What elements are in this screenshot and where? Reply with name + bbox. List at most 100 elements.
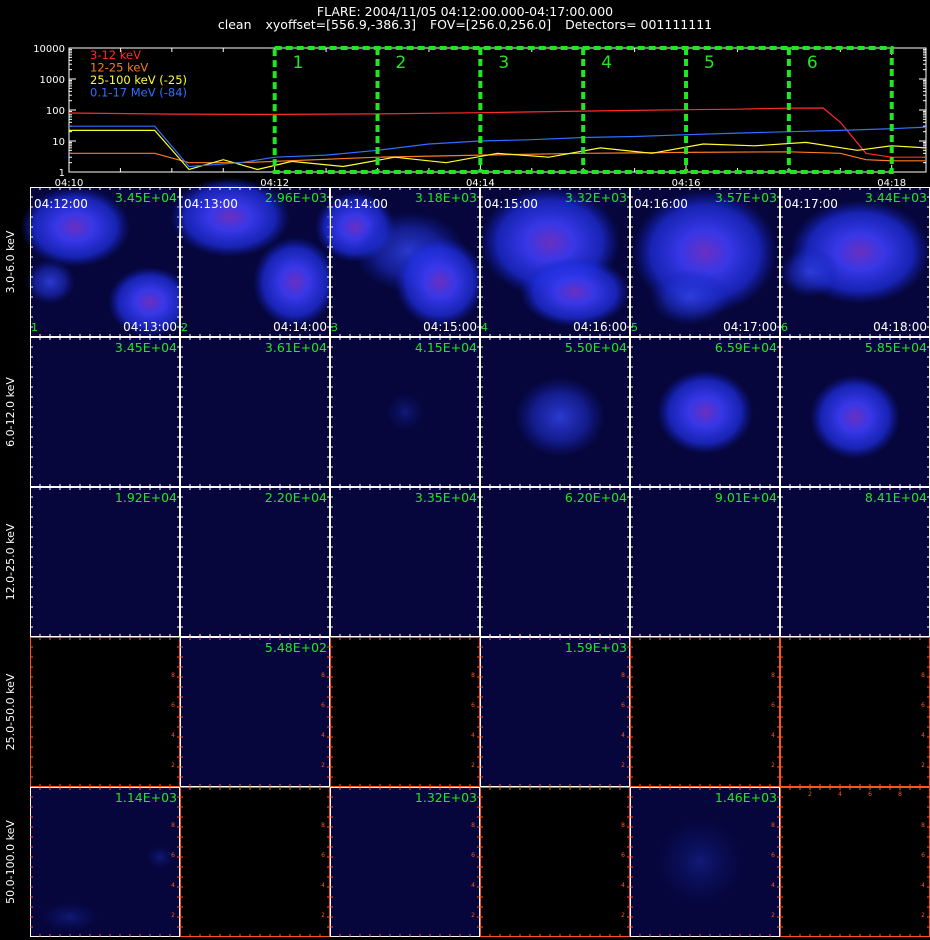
image-panel: 6.59E+04 xyxy=(630,337,780,487)
axis-tick-label: 6 xyxy=(471,702,475,709)
axis-tick-label: 2 xyxy=(771,912,775,919)
axis-tick-label: 8 xyxy=(921,822,925,829)
interval-start-time: 04:14:00 xyxy=(334,197,388,211)
peak-label: 6.59E+04 xyxy=(715,340,777,355)
interval-index: 5 xyxy=(631,321,638,334)
band-label: 6.0-12.0 keV xyxy=(4,377,17,447)
axis-tick-label: 2 xyxy=(771,762,775,769)
axis-tick-label: 6 xyxy=(171,852,175,859)
peak-label: 5.85E+04 xyxy=(865,340,927,355)
panel-background xyxy=(630,487,780,637)
peak-label: 3.57E+03 xyxy=(715,190,777,205)
peak-label: 4.15E+04 xyxy=(415,340,477,355)
peak-label: 1.32E+03 xyxy=(415,790,477,805)
image-panel: 2 4 6 8 1.59E+03 xyxy=(480,637,630,787)
axis-tick-label: 2 xyxy=(171,912,175,919)
axis-tick-label: 2 xyxy=(471,762,475,769)
emission-blob xyxy=(810,375,900,459)
axis-tick-label: 8 xyxy=(771,822,775,829)
interval-end-time: 04:14:00 xyxy=(273,320,327,334)
image-panel: 3.45E+04 xyxy=(30,337,180,487)
panel-background xyxy=(780,487,930,637)
axis-tick-label: 8 xyxy=(621,822,625,829)
emission-blob xyxy=(657,370,753,454)
image-panel: 5.50E+04 xyxy=(480,337,630,487)
axis-tick-label: 8 xyxy=(471,672,475,679)
peak-label: 5.48E+02 xyxy=(265,640,327,655)
image-panel: 3.35E+04 xyxy=(330,487,480,637)
panel-background xyxy=(30,637,180,787)
axis-tick-label: 4 xyxy=(471,882,475,889)
image-panel: 2 4 6 8 2 4 6 8 xyxy=(780,787,930,937)
image-panel: 3.18E+03 04:14:00 04:15:00 3 xyxy=(315,187,485,337)
image-panel: 2.96E+03 04:13:00 04:14:00 2 xyxy=(170,177,337,337)
band-label: 50.0-100.0 keV xyxy=(4,820,17,904)
emission-blob xyxy=(146,845,174,869)
interval-index: 2 xyxy=(181,321,188,334)
axis-tick-label: 2 xyxy=(321,762,325,769)
image-panel: 2 4 6 8 xyxy=(180,787,330,937)
interval-end-time: 04:17:00 xyxy=(723,320,777,334)
panel-background xyxy=(630,637,780,787)
interval-index: 6 xyxy=(781,321,788,334)
axis-tick-label: 2 xyxy=(321,912,325,919)
peak-label: 3.18E+03 xyxy=(415,190,477,205)
image-panel: 2 4 6 8 xyxy=(330,637,480,787)
peak-label: 1.14E+03 xyxy=(115,790,177,805)
axis-tick-label: 2 xyxy=(621,912,625,919)
panel-background xyxy=(780,787,930,937)
image-panel: 3.45E+04 04:12:00 04:13:00 1 xyxy=(20,187,192,337)
image-panel: 2.20E+04 xyxy=(180,487,330,637)
emission-blob xyxy=(395,237,485,327)
emission-blob xyxy=(253,237,337,327)
axis-tick-label: 8 xyxy=(171,822,175,829)
image-panel: 2 4 6 8 xyxy=(630,637,780,787)
axis-tick-label: 8 xyxy=(771,672,775,679)
image-panel: 1.92E+04 xyxy=(30,487,180,637)
panel-background xyxy=(480,787,630,937)
peak-label: 5.50E+04 xyxy=(565,340,627,355)
axis-tick-label: 8 xyxy=(621,672,625,679)
panel-background xyxy=(180,787,330,937)
axis-tick-label: 8 xyxy=(471,822,475,829)
interval-index: 3 xyxy=(331,321,338,334)
panel-background xyxy=(330,637,480,787)
emission-blob xyxy=(385,392,425,432)
interval-start-time: 04:17:00 xyxy=(784,197,838,211)
image-panel: 2 4 6 8 1.32E+03 xyxy=(330,787,480,937)
axis-tick-label: 4 xyxy=(771,882,775,889)
image-panel: 3.57E+03 04:16:00 04:17:00 5 xyxy=(630,187,780,337)
axis-tick-label: 6 xyxy=(171,702,175,709)
axis-tick-label: 4 xyxy=(921,732,925,739)
interval-start-time: 04:15:00 xyxy=(484,197,538,211)
axis-tick-label: 6 xyxy=(921,852,925,859)
peak-label: 3.45E+04 xyxy=(115,190,177,205)
image-panel: 2 4 6 8 1.46E+03 xyxy=(630,787,780,937)
axis-tick-label: 8 xyxy=(321,672,325,679)
axis-tick-label: 6 xyxy=(471,852,475,859)
image-panel: 8.41E+04 xyxy=(780,487,930,637)
axis-tick-label: 6 xyxy=(868,791,872,798)
axis-tick-label: 8 xyxy=(921,672,925,679)
peak-label: 6.20E+04 xyxy=(565,490,627,505)
axis-tick-label: 4 xyxy=(771,732,775,739)
emission-blob xyxy=(780,247,840,297)
peak-label: 2.20E+04 xyxy=(265,490,327,505)
emission-blob xyxy=(40,902,100,932)
peak-label: 2.96E+03 xyxy=(265,190,327,205)
emission-blob xyxy=(515,377,605,457)
interval-end-time: 04:16:00 xyxy=(573,320,627,334)
axis-tick-label: 4 xyxy=(621,882,625,889)
peak-label: 3.32E+03 xyxy=(565,190,627,205)
interval-end-time: 04:18:00 xyxy=(873,320,927,334)
interval-index: 1 xyxy=(31,321,38,334)
axis-tick-label: 4 xyxy=(838,791,842,798)
axis-tick-label: 2 xyxy=(808,791,812,798)
panel-background xyxy=(330,787,480,937)
peak-label: 8.41E+04 xyxy=(865,490,927,505)
peak-label: 1.46E+03 xyxy=(715,790,777,805)
axis-tick-label: 6 xyxy=(771,852,775,859)
axis-tick-label: 2 xyxy=(921,762,925,769)
interval-index: 4 xyxy=(481,321,488,334)
peak-label: 3.35E+04 xyxy=(415,490,477,505)
